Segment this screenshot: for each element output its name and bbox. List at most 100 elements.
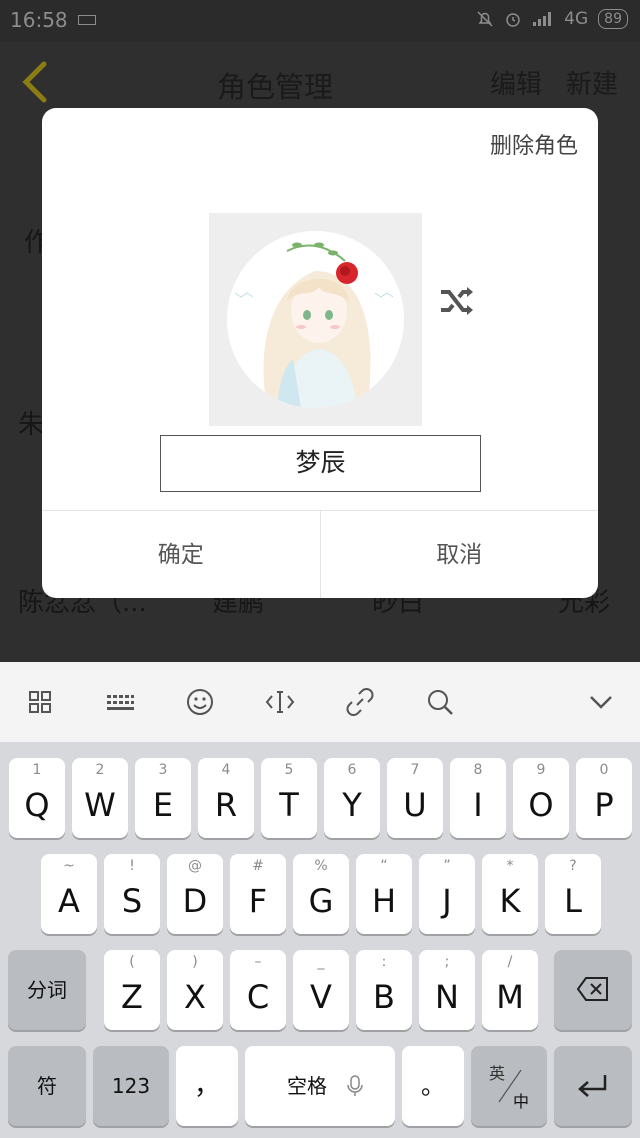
shuffle-avatar-icon[interactable]: [438, 282, 476, 320]
key-v[interactable]: _ V: [293, 950, 349, 1030]
key-hint: ;: [444, 954, 450, 970]
key-j[interactable]: ” J: [419, 854, 475, 934]
key-letter: K: [499, 882, 521, 920]
edit-button[interactable]: 编辑: [490, 64, 542, 101]
key-r[interactable]: 4R: [198, 758, 254, 838]
key-hint: 5: [284, 762, 294, 778]
role-item-label: 朱: [18, 410, 45, 440]
anime-girl-illustration: [227, 231, 404, 408]
key-n[interactable]: ; N: [419, 950, 475, 1030]
cursor-icon[interactable]: [262, 684, 298, 720]
key-b[interactable]: :B: [356, 950, 412, 1030]
comma-key[interactable]: ，: [176, 1046, 238, 1126]
key-g[interactable]: % G: [293, 854, 349, 934]
key-s[interactable]: ! S: [104, 854, 160, 934]
key-l[interactable]: ? L: [545, 854, 601, 934]
confirm-button[interactable]: 确定: [42, 511, 320, 598]
enter-key[interactable]: [554, 1046, 632, 1126]
key-letter: X: [184, 978, 206, 1016]
key-f[interactable]: # F: [230, 854, 286, 934]
space-key-label: 空格: [287, 1074, 327, 1098]
period-key[interactable]: 。: [402, 1046, 464, 1126]
backspace-key[interactable]: [554, 950, 632, 1030]
language-bottom-label: 中: [513, 1092, 530, 1111]
key-hint: 1: [32, 762, 42, 778]
keyboard-icon[interactable]: [102, 684, 138, 720]
key-k[interactable]: * K: [482, 854, 538, 934]
avatar-picker[interactable]: [209, 213, 422, 426]
key-hint: *: [506, 858, 514, 874]
link-icon[interactable]: [342, 684, 378, 720]
key-hint: 3: [158, 762, 168, 778]
language-switch-key[interactable]: 英 中: [471, 1046, 547, 1126]
key-letter: W: [84, 786, 116, 824]
key-letter: Y: [342, 786, 362, 824]
key-o[interactable]: 9O: [513, 758, 569, 838]
key-letter: B: [373, 978, 395, 1016]
key-hint: “: [380, 858, 388, 874]
new-button[interactable]: 新建: [566, 64, 618, 101]
key-letter: E: [152, 786, 174, 824]
status-bar: 16:58 4G 89: [0, 0, 640, 42]
grid-icon[interactable]: [22, 684, 58, 720]
space-key[interactable]: 空格: [245, 1046, 395, 1126]
key-d[interactable]: @ D: [167, 854, 223, 934]
key-letter: M: [496, 978, 524, 1016]
alarm-icon: [506, 13, 520, 27]
edit-role-dialog: 删除角色 梦辰 确定 取消: [42, 108, 598, 598]
key-letter: Q: [24, 786, 50, 824]
avatar-image: [227, 231, 404, 408]
key-i[interactable]: 8I: [450, 758, 506, 838]
status-right: 4G 89: [476, 9, 628, 29]
key-letter: A: [58, 882, 80, 920]
key-m[interactable]: / M: [482, 950, 538, 1030]
key-hint: ”: [443, 858, 451, 874]
collapse-keyboard-icon[interactable]: [583, 684, 619, 720]
key-hint: 9: [536, 762, 546, 778]
key-letter: P: [594, 786, 614, 824]
page-title: 角色管理: [216, 70, 333, 104]
cancel-button[interactable]: 取消: [321, 511, 599, 598]
key-q[interactable]: 1Q: [9, 758, 65, 838]
key-hint: :: [381, 954, 387, 970]
key-e[interactable]: 3E: [135, 758, 191, 838]
key-letter: L: [564, 882, 582, 920]
key-hint: 6: [347, 762, 357, 778]
key-letter: C: [246, 978, 270, 1016]
key-hint: !: [129, 858, 135, 874]
key-hint: ?: [569, 858, 577, 874]
symbols-key[interactable]: 符: [8, 1046, 86, 1126]
key-hint: (: [129, 954, 135, 970]
fenci-key[interactable]: 分词: [8, 950, 86, 1030]
key-hint: ): [192, 954, 198, 970]
key-hint: 8: [473, 762, 483, 778]
delete-role-button[interactable]: 删除角色: [490, 128, 578, 160]
emoji-icon[interactable]: [182, 684, 218, 720]
key-hint: –: [254, 954, 262, 970]
search-icon[interactable]: [422, 684, 458, 720]
key-hint: 7: [410, 762, 420, 778]
numbers-key[interactable]: 123: [93, 1046, 169, 1126]
key-letter: V: [310, 978, 332, 1016]
key-h[interactable]: “H: [356, 854, 412, 934]
network-type: 4G: [564, 9, 589, 29]
mute-icon: [477, 11, 493, 27]
keyboard-indicator-icon: [78, 15, 96, 25]
key-letter: J: [442, 882, 452, 920]
key-w[interactable]: 2W: [72, 758, 128, 838]
key-p[interactable]: 0P: [576, 758, 632, 838]
microphone-icon: [347, 1075, 363, 1096]
key-hint: @: [188, 858, 202, 874]
role-name-input[interactable]: 梦辰: [160, 435, 481, 492]
keyboard-toolbar: [0, 662, 640, 742]
key-a[interactable]: ~ A: [41, 854, 97, 934]
key-t[interactable]: 5T: [261, 758, 317, 838]
key-u[interactable]: 7U: [387, 758, 443, 838]
key-c[interactable]: – C: [230, 950, 286, 1030]
key-letter: U: [403, 786, 427, 824]
key-z[interactable]: (Z: [104, 950, 160, 1030]
key-hint: /: [507, 954, 513, 970]
key-y[interactable]: 6Y: [324, 758, 380, 838]
numbers-key-label: 123: [111, 1074, 151, 1098]
key-x[interactable]: ) X: [167, 950, 223, 1030]
